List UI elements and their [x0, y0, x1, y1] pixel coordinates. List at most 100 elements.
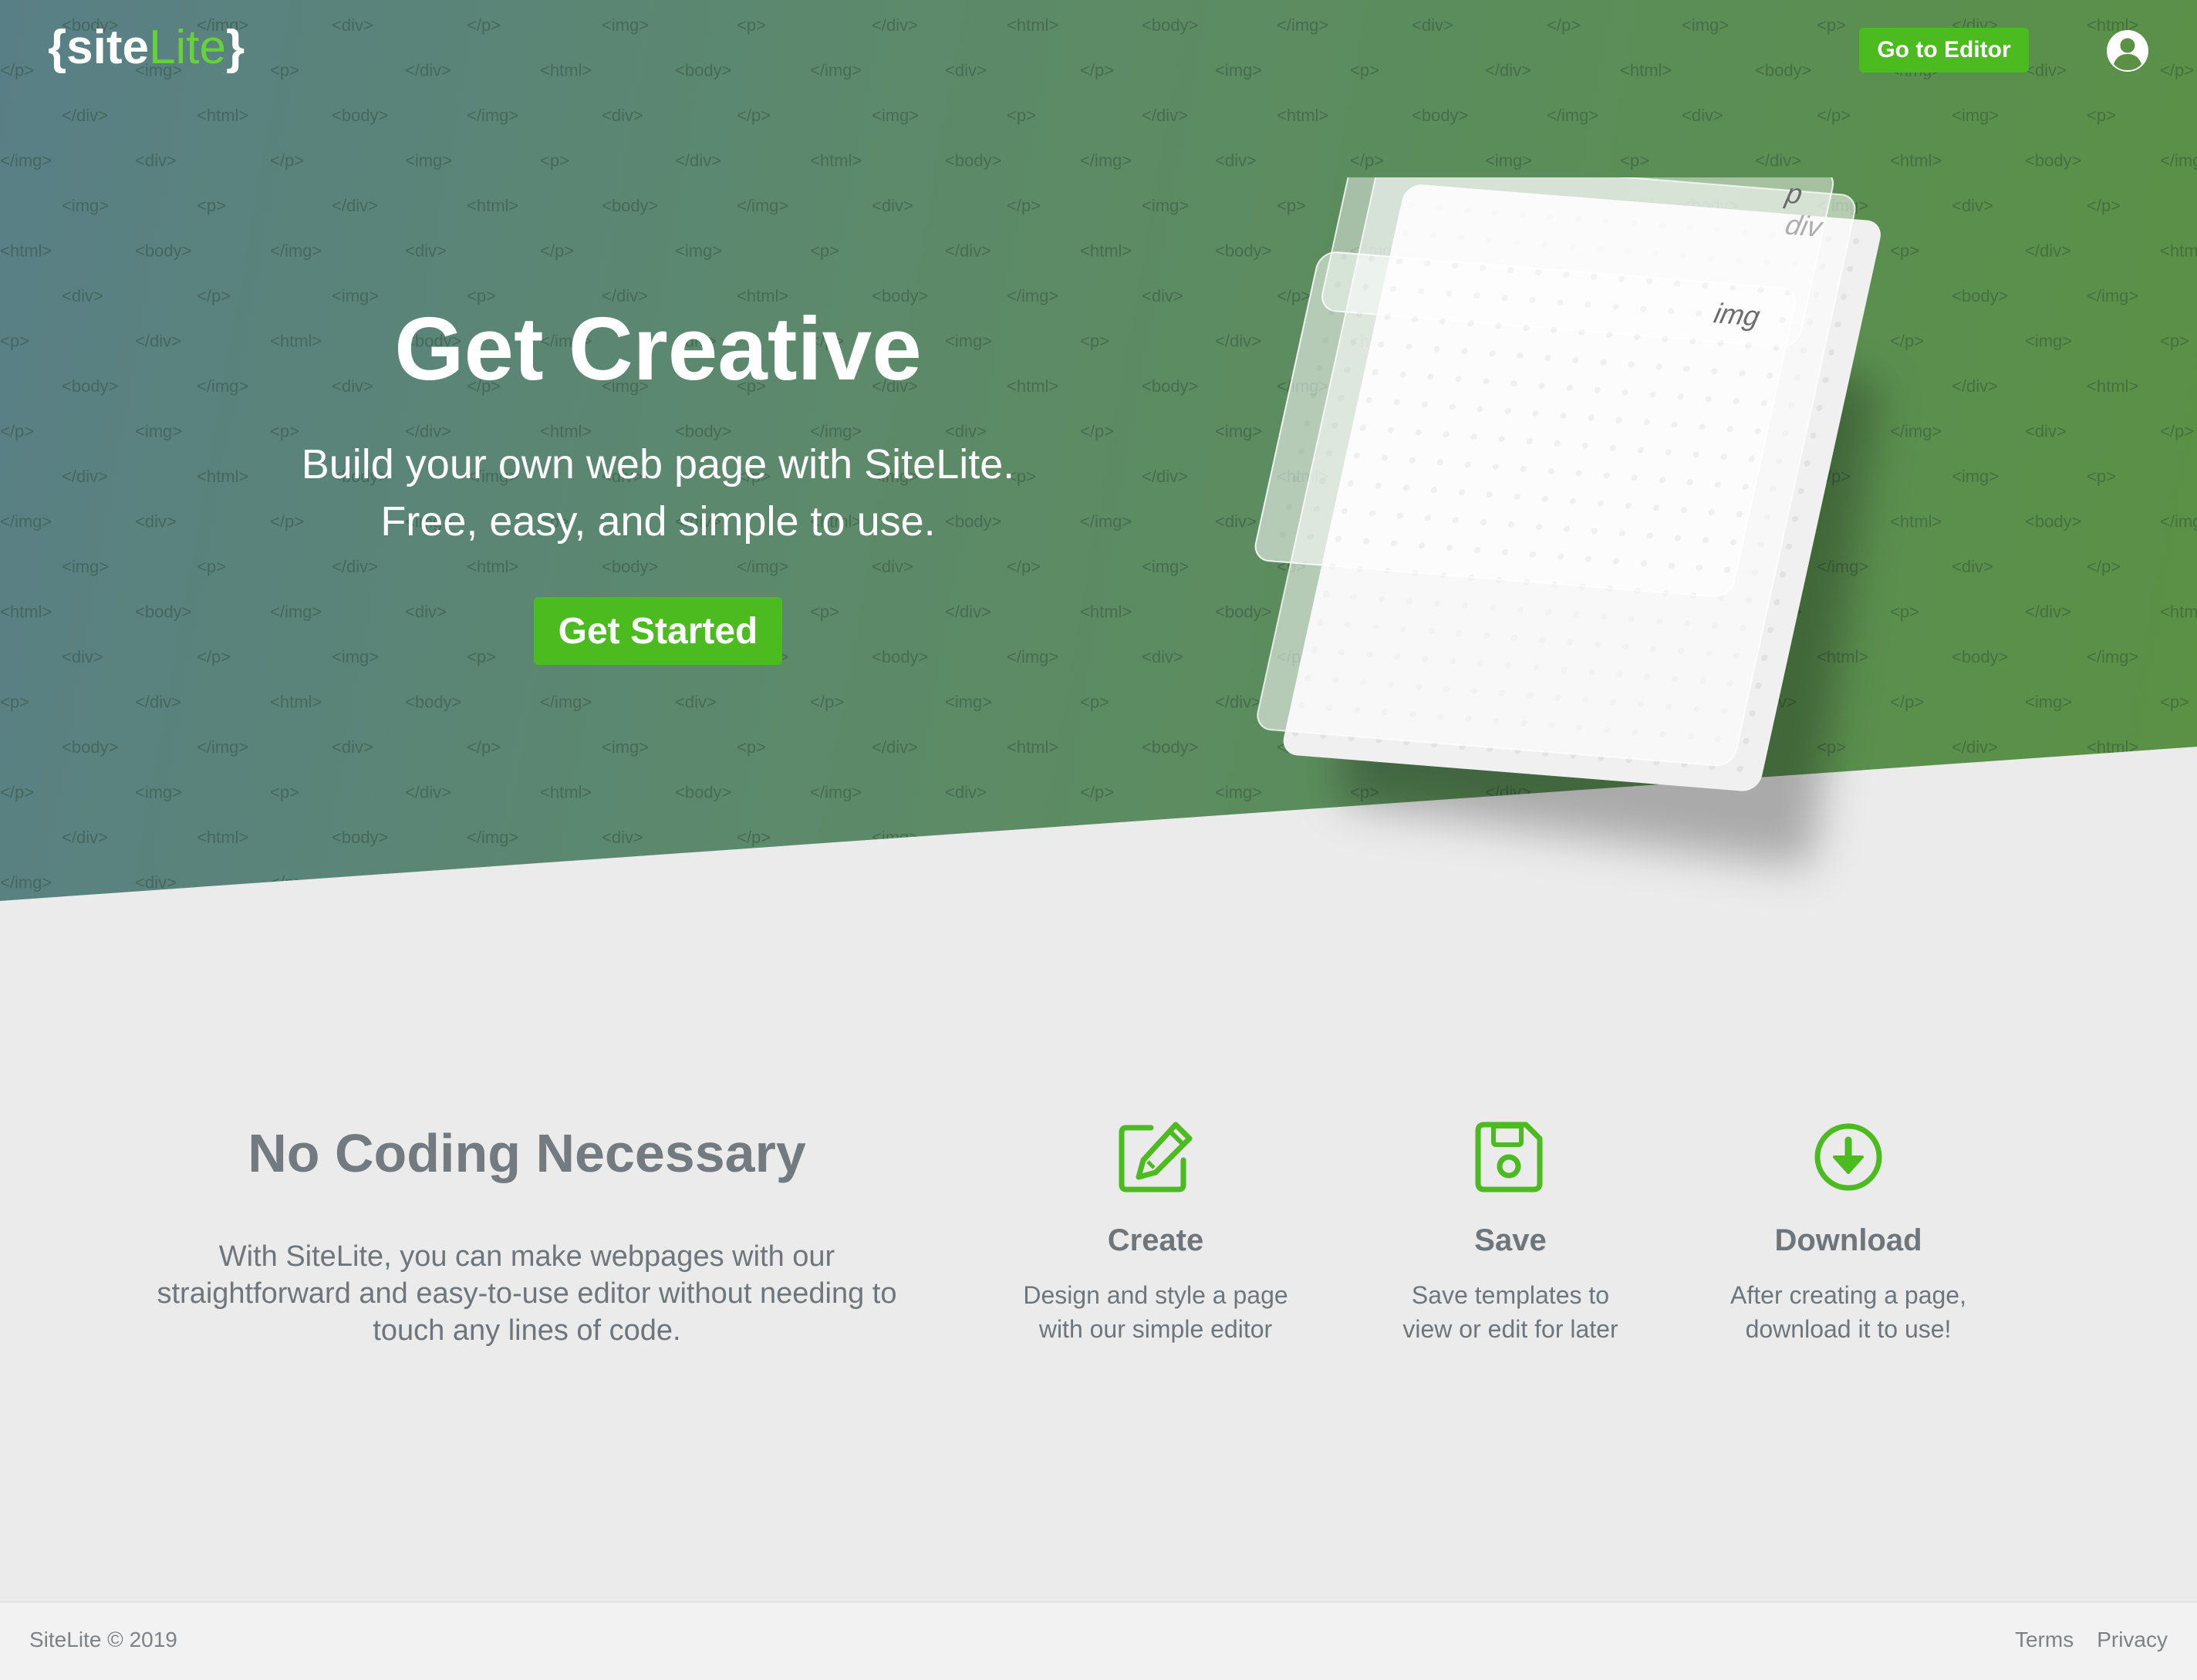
code-tag-text: <img> [2025, 332, 2072, 351]
code-tag-text: </p> [2087, 557, 2121, 576]
code-tag-text: <div> [1412, 15, 1453, 35]
code-tag-text: <img> [1952, 467, 1999, 486]
code-tag-text: <html> [270, 693, 322, 712]
code-tag-text: <body> [872, 647, 928, 666]
code-tag-text: </div> [62, 828, 108, 847]
edit-icon [1119, 1122, 1193, 1193]
code-tag-text: </img> [2160, 512, 2197, 531]
feature-download-description: After creating a page, download it to us… [1679, 1278, 2018, 1346]
code-tag-text: <div> [1952, 196, 1993, 215]
code-tag-text: <body> [2025, 151, 2081, 170]
code-tag-text: </div> [405, 61, 451, 80]
code-tag-text: </div> [1142, 106, 1188, 125]
code-tag-text: <body> [1142, 15, 1198, 35]
code-tag-text: <body> [675, 61, 731, 80]
code-tag-text: <p> [1817, 15, 1846, 35]
feature-download-desc-line-2: download it to use! [1745, 1315, 1952, 1343]
code-tag-text: </img> [2087, 647, 2138, 666]
footer-terms-link[interactable]: Terms [2015, 1628, 2074, 1652]
code-tag-text: <html> [1007, 737, 1058, 757]
user-circle-icon[interactable] [2104, 28, 2151, 74]
code-tag-text: </p> [1007, 196, 1041, 215]
get-started-button[interactable]: Get Started [534, 597, 782, 665]
code-tag-text: <html> [2087, 376, 2138, 396]
code-tag-text: </p> [2160, 422, 2194, 441]
code-tag-text: </p> [1007, 557, 1041, 576]
code-tag-text: <html> [2087, 737, 2138, 757]
code-tag-text: </p> [737, 106, 771, 125]
code-tag-text: <div> [62, 647, 103, 666]
code-tag-text: <html> [2160, 602, 2197, 622]
code-tag-text: <html> [1620, 61, 1672, 80]
code-tag-text: <html> [1080, 602, 1132, 622]
code-tag-text: <body> [135, 602, 191, 622]
code-tag-text: </img> [0, 151, 52, 170]
code-tag-text: <p> [2087, 467, 2116, 486]
code-tag-text: <body> [1142, 737, 1198, 757]
code-tag-text: <div> [1682, 106, 1723, 125]
img-layer-label: img [1711, 297, 1763, 332]
go-to-editor-button[interactable]: Go to Editor [1859, 28, 2029, 73]
logo-lite-text: Lite [148, 21, 226, 74]
download-icon [1814, 1123, 1882, 1191]
hero-subtitle-line-2: Free, easy, and simple to use. [380, 498, 936, 545]
footer-privacy-link[interactable]: Privacy [2097, 1628, 2168, 1652]
code-tag-text: </img> [1080, 873, 1132, 892]
code-tag-text: </img> [1277, 15, 1328, 35]
code-tag-text: <img> [872, 828, 919, 847]
code-tag-text: <p> [467, 647, 496, 666]
code-tag-text: </img> [467, 828, 518, 847]
code-tag-text: </p> [2160, 783, 2194, 802]
sitelite-logo[interactable]: {siteLite} [48, 20, 245, 75]
code-tag-text: </img> [467, 106, 518, 125]
code-tag-text: <body> [602, 557, 658, 576]
feature-create-desc-line-2: with our simple editor [1038, 1315, 1273, 1343]
code-tag-text: <img> [872, 106, 919, 125]
code-tag-text: </div> [135, 693, 181, 712]
code-tag-text: <img> [2025, 693, 2072, 712]
code-tag-text: </img> [197, 737, 248, 757]
code-tag-text: <img> [1682, 15, 1729, 35]
code-tag-text: </img> [540, 693, 592, 712]
code-tag-text: <body> [405, 693, 461, 712]
code-tag-text: <body> [62, 737, 118, 757]
code-tag-text: <body> [945, 151, 1001, 170]
code-tag-text: <body> [675, 783, 731, 802]
code-tag-text: </img> [2160, 151, 2197, 170]
code-tag-text: </div> [872, 737, 918, 757]
code-tag-text: <body> [332, 828, 388, 847]
code-tag-text: <img> [945, 693, 992, 712]
feature-save: Save Save templates to view or edit for … [1341, 1118, 1680, 1346]
code-tag-text: <p> [1350, 61, 1379, 80]
code-tag-text: <img> [1142, 196, 1189, 215]
code-tag-text: <body> [945, 873, 1001, 892]
code-tag-text: <div> [675, 693, 717, 712]
feature-save-description: Save templates to view or edit for later [1341, 1278, 1680, 1346]
code-tag-text: </div> [2025, 241, 2071, 261]
code-tag-text: </p> [2087, 196, 2121, 215]
code-tag-text: </img> [2160, 873, 2197, 892]
code-tag-text: </img> [1007, 647, 1058, 666]
code-tag-text: <html> [0, 602, 52, 622]
code-tag-text: <div> [602, 828, 643, 847]
code-tag-text: </p> [0, 61, 34, 80]
code-tag-text: <div> [872, 557, 913, 576]
code-tag-text: <html> [810, 151, 862, 170]
code-tag-text: <p> [270, 783, 299, 802]
code-tag-text: <body> [602, 196, 658, 215]
code-tag-text: </img> [1547, 106, 1598, 125]
code-tag-text: <html> [0, 241, 52, 261]
code-tag-text: </p> [0, 783, 34, 802]
code-tag-text: <body> [1412, 106, 1468, 125]
code-tag-text: <body> [1952, 647, 2008, 666]
code-tag-text: </div> [332, 196, 378, 215]
code-tag-text: </p> [737, 828, 771, 847]
code-tag-text: <img> [332, 647, 379, 666]
code-tag-text: <img> [62, 557, 109, 576]
img-layer: img [1254, 251, 1797, 598]
code-tag-text: </p> [270, 873, 304, 892]
code-tag-text: <div> [332, 737, 373, 757]
code-tag-text: <img> [675, 241, 722, 261]
code-tag-text: </p> [270, 151, 304, 170]
code-tag-text: </div> [1485, 61, 1531, 80]
